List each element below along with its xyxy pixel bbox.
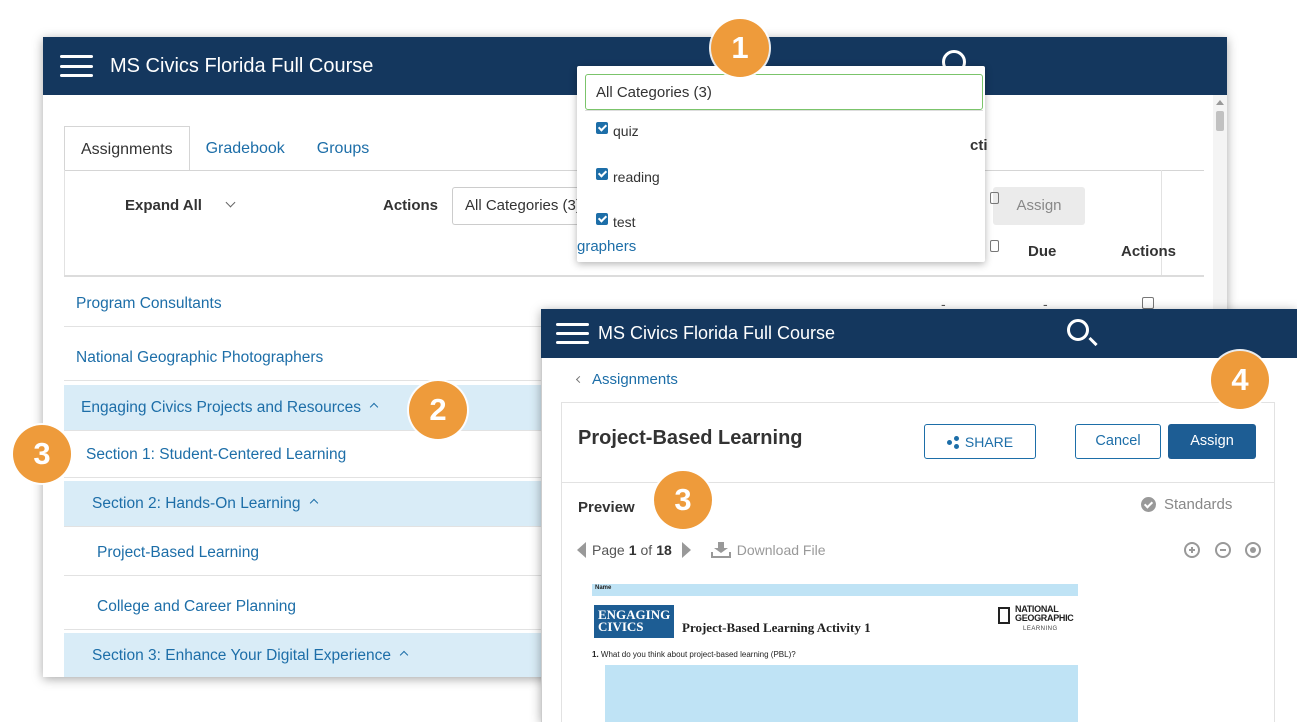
standards-badge-icon xyxy=(1141,497,1156,512)
card-border-right xyxy=(1274,402,1275,722)
cancel-button[interactable]: Cancel xyxy=(1075,424,1161,459)
actions-label: Actions xyxy=(383,197,439,214)
engaging-civics-logo: ENGAGING CIVICS xyxy=(594,605,674,638)
next-page-icon[interactable] xyxy=(681,542,691,558)
tree-row-label: Section 2: Hands-On Learning xyxy=(92,495,301,512)
row-checkbox[interactable] xyxy=(990,192,999,204)
panel-border-left xyxy=(64,170,65,275)
tab-gradebook[interactable]: Gradebook xyxy=(190,126,301,171)
download-icon[interactable] xyxy=(710,542,731,558)
option-label: reading xyxy=(613,169,660,185)
current-page: 1 xyxy=(628,542,637,558)
obscured-text-fragment: cti xyxy=(970,137,988,154)
tree-row-label: Project-Based Learning xyxy=(97,544,259,561)
row-checkbox[interactable] xyxy=(990,240,999,252)
previous-page-icon[interactable] xyxy=(577,542,586,558)
breadcrumb-link[interactable]: Assignments xyxy=(592,371,678,388)
pager-prefix: Page xyxy=(592,542,625,558)
card-border-top xyxy=(561,402,1275,403)
checkbox-checked-icon[interactable] xyxy=(596,213,608,225)
national-geographic-logo-icon xyxy=(998,607,1010,624)
chevron-up-icon[interactable] xyxy=(399,650,409,660)
share-label: SHARE xyxy=(964,433,1014,450)
obscured-text-fragment: graphers xyxy=(577,238,637,255)
preview-heading: Preview xyxy=(578,499,635,516)
tree-row-label: Engaging Civics Projects and Resources xyxy=(81,399,361,416)
course-tabs: Assignments Gradebook Groups xyxy=(64,126,385,171)
callout-badge-4: 4 xyxy=(1211,351,1269,409)
dropdown-header[interactable]: All Categories (3) xyxy=(585,74,983,110)
scrollbar-thumb[interactable] xyxy=(1216,111,1224,131)
category-option-test[interactable]: test xyxy=(596,213,636,230)
pager-of: of xyxy=(640,542,653,558)
category-dropdown: All Categories (3) quiz reading test cti… xyxy=(577,66,999,262)
hamburger-menu-icon[interactable] xyxy=(556,323,589,344)
tree-row-label: Section 1: Student-Centered Learning xyxy=(86,446,347,463)
checkbox-checked-icon[interactable] xyxy=(596,168,608,180)
assignment-title: Project-Based Learning xyxy=(578,427,803,449)
document-preview-page: Name ENGAGING CIVICS Project-Based Learn… xyxy=(592,584,1078,722)
question-1: 1. What do you think about project-based… xyxy=(592,650,796,659)
share-button[interactable]: SHARE xyxy=(924,424,1036,459)
assignment-preview-window: MS Civics Florida Full Course Assignment… xyxy=(541,309,1297,722)
category-option-quiz[interactable]: quiz xyxy=(596,122,639,139)
answer-field xyxy=(605,665,1078,722)
checkbox-checked-icon[interactable] xyxy=(596,122,608,134)
header-divider xyxy=(64,275,1204,277)
tree-row-label: Section 3: Enhance Your Digital Experien… xyxy=(92,647,392,664)
activity-title: Project-Based Learning Activity 1 xyxy=(682,620,871,635)
publisher-subline: LEARNING xyxy=(1023,626,1058,632)
standards-link[interactable]: Standards xyxy=(1141,496,1232,513)
share-icon xyxy=(946,435,959,449)
callout-badge-1: 1 xyxy=(711,19,769,77)
scroll-up-arrow-icon[interactable] xyxy=(1216,100,1224,105)
hamburger-menu-icon[interactable] xyxy=(60,55,93,77)
standards-label: Standards xyxy=(1164,496,1233,513)
expand-all-button[interactable]: Expand All xyxy=(125,197,202,214)
assign-button-disabled[interactable]: Assign xyxy=(993,187,1085,225)
zoom-out-icon[interactable] xyxy=(1215,542,1231,558)
option-label: test xyxy=(613,214,636,230)
row-checkbox[interactable] xyxy=(1142,297,1154,309)
column-header-due: Due xyxy=(1028,243,1057,260)
assign-button[interactable]: Assign xyxy=(1168,424,1256,459)
window-border xyxy=(541,358,542,722)
tab-assignments[interactable]: Assignments xyxy=(64,126,190,171)
category-select[interactable]: All Categories (3) xyxy=(452,187,592,225)
column-header-actions: Actions xyxy=(1121,243,1177,260)
download-file-link[interactable]: Download File xyxy=(737,542,826,558)
callout-badge-3: 3 xyxy=(13,425,71,483)
zoom-in-icon[interactable] xyxy=(1184,542,1200,558)
tree-row-label: College and Career Planning xyxy=(97,598,297,615)
name-field-bar: Name xyxy=(592,584,1078,596)
course-title: MS Civics Florida Full Course xyxy=(110,55,374,77)
breadcrumb[interactable]: Assignments xyxy=(575,371,678,388)
top-navigation-bar: MS Civics Florida Full Course xyxy=(541,309,1297,358)
tree-row-label: National Geographic Photographers xyxy=(76,349,324,366)
publisher-line: GEOGRAPHIC xyxy=(1015,613,1074,623)
chevron-down-icon[interactable] xyxy=(225,197,236,208)
callout-badge-2: 2 xyxy=(409,381,467,439)
zoom-reset-icon[interactable] xyxy=(1245,542,1261,558)
chevron-up-icon[interactable] xyxy=(369,402,379,412)
question-text: What do you think about project-based le… xyxy=(600,650,796,659)
screenshot-stage: MS Civics Florida Full Course Assignment… xyxy=(0,0,1297,722)
category-option-reading[interactable]: reading xyxy=(596,168,660,185)
total-pages: 18 xyxy=(656,542,672,558)
tab-groups[interactable]: Groups xyxy=(301,126,385,171)
callout-badge-3: 3 xyxy=(654,471,712,529)
page-navigator: Page 1 of 18 Download File xyxy=(577,542,825,558)
tree-row-label: Program Consultants xyxy=(76,295,222,312)
question-number: 1. xyxy=(592,650,599,659)
course-title: MS Civics Florida Full Course xyxy=(598,323,836,343)
search-icon[interactable] xyxy=(1067,319,1098,349)
publisher-logo-text: NATIONAL GEOGRAPHIC xyxy=(1015,605,1074,623)
chevron-up-icon[interactable] xyxy=(309,498,318,508)
dropdown-divider xyxy=(585,110,983,111)
card-border-left xyxy=(561,402,562,722)
logo-line: CIVICS xyxy=(598,619,644,634)
chevron-left-icon xyxy=(575,375,584,384)
option-label: quiz xyxy=(613,123,639,139)
name-field-label: Name xyxy=(595,585,612,591)
